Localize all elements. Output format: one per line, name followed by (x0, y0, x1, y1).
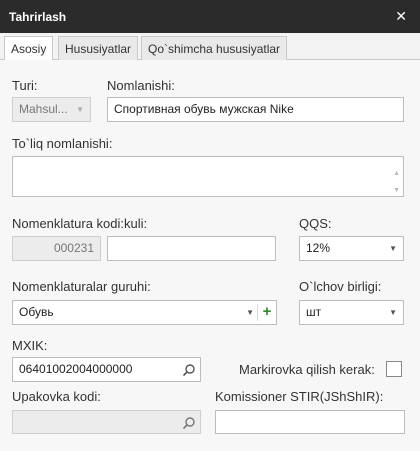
chevron-down-icon: ▼ (389, 308, 397, 317)
full-name-textarea[interactable]: ▲ ▼ (12, 156, 404, 197)
type-value: Mahsul... (19, 102, 68, 116)
name-label: Nomlanishi: (107, 78, 175, 93)
package-code-label: Upakovka kodi: (12, 389, 101, 404)
code-input[interactable]: 000231 (12, 236, 101, 261)
tab-qoshimcha-hususiyatlar[interactable]: Qo`shimcha hususiyatlar (141, 36, 288, 60)
unit-value: шт (306, 305, 322, 319)
vat-select[interactable]: 12% ▼ (299, 236, 404, 261)
mxik-input[interactable]: 06401002004000000 (12, 357, 201, 382)
window-title: Tahrirlash (9, 10, 67, 24)
group-select[interactable]: Обувь ▼ + (12, 300, 277, 325)
search-icon[interactable] (182, 416, 196, 430)
mxik-value: 06401002004000000 (19, 362, 133, 376)
kuli-input[interactable] (107, 236, 276, 261)
full-name-label: To`liq nomlanishi: (12, 136, 113, 151)
close-icon[interactable]: ✕ (395, 8, 407, 24)
code-value: 000231 (53, 241, 94, 255)
tab-strip: Asosiy Hususiyatlar Qo`shimcha hususiyat… (0, 33, 420, 61)
unit-select[interactable]: шт ▼ (299, 300, 404, 325)
mxik-label: MXIK: (12, 338, 48, 353)
search-icon[interactable] (182, 363, 196, 377)
separator (257, 304, 258, 321)
tab-hususiyatlar[interactable]: Hususiyatlar (58, 36, 139, 60)
kuli-label: kuli: (124, 216, 148, 231)
marking-label: Markirovka qilish kerak: (239, 362, 375, 377)
group-value: Обувь (19, 305, 54, 319)
vat-value: 12% (306, 241, 331, 255)
code-label: Nomenklatura kodi:kuli: (12, 216, 148, 231)
name-input[interactable]: Спортивная обувь мужская Nike (107, 97, 404, 122)
scroll-down-icon[interactable]: ▼ (393, 179, 400, 196)
unit-label: O`lchov birligi: (299, 279, 382, 294)
type-label: Turi: (12, 78, 38, 93)
vat-label: QQS: (299, 216, 332, 231)
name-value: Спортивная обувь мужская Nike (114, 102, 294, 116)
package-code-input[interactable] (12, 410, 201, 434)
commissioner-input[interactable] (215, 410, 405, 434)
plus-icon[interactable]: + (260, 301, 274, 323)
chevron-down-icon[interactable]: ▼ (246, 301, 254, 324)
title-bar: Tahrirlash ✕ (0, 0, 420, 33)
type-select[interactable]: Mahsul... ▼ (12, 97, 91, 122)
chevron-down-icon: ▼ (389, 244, 397, 253)
commissioner-label: Komissioner STIR(JShShIR): (215, 389, 384, 404)
group-label: Nomenklaturalar guruhi: (12, 279, 151, 294)
chevron-down-icon: ▼ (76, 105, 84, 114)
marking-checkbox[interactable] (386, 361, 402, 377)
tab-asosiy[interactable]: Asosiy (4, 36, 54, 61)
